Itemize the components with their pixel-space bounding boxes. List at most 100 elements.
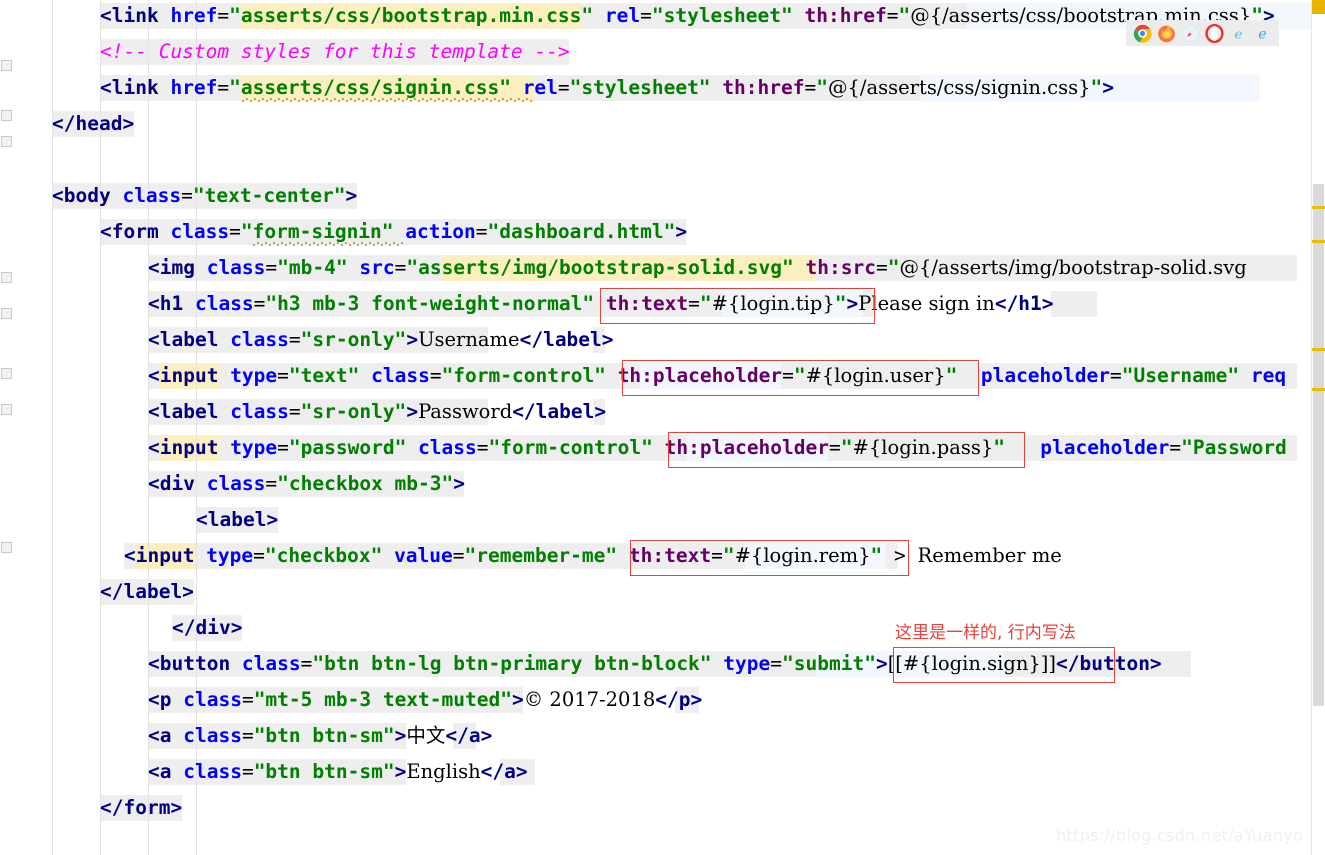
squiggle-0 [241, 98, 534, 102]
line-button-submit-token-5: type [723, 652, 771, 675]
line-img-token-9: th:src [805, 256, 876, 279]
line-input-checkbox-token-7: "remember-me" [464, 544, 618, 567]
line-label-password[interactable]: <label class="sr-only">Password</label> [148, 398, 606, 426]
line-div-checkbox-token-0: <div [148, 472, 207, 495]
line-div-checkbox[interactable]: <div class="checkbox mb-3"> [148, 470, 465, 498]
line-input-username-token-16: = [1109, 364, 1122, 387]
code-editor[interactable]: <link href="asserts/css/bootstrap.min.cs… [0, 0, 1325, 855]
line-input-password-token-15: placeholder [1040, 436, 1170, 459]
line-label-password-token-5: Password [418, 400, 513, 423]
line-img-token-1: class [206, 256, 266, 279]
line-comment-custom-styles[interactable]: <!-- Custom styles for this template --> [100, 38, 570, 66]
line-div-checkbox-token-1: class [206, 472, 266, 495]
error-stripe-mark-0[interactable] [1312, 206, 1325, 209]
line-body-open-token-3: "text-center" [192, 184, 346, 207]
line-link-signin-token-14: > [1102, 76, 1115, 99]
line-a-english-token-5: English [406, 760, 481, 783]
line-link-bootstrap-token-11: " [898, 4, 911, 27]
chrome-icon[interactable] [1133, 24, 1152, 43]
scrollbar-thumb[interactable] [1313, 184, 1324, 706]
error-stripe-mark-2[interactable] [1312, 348, 1325, 351]
line-body-open-token-0: <body [52, 184, 123, 207]
line-label-username-token-5: Username [418, 328, 520, 351]
line-h1-login-tip-token-10: > [846, 292, 859, 315]
browser-compatibility-strip[interactable]: e e [1126, 20, 1279, 46]
line-input-username-token-5: class [371, 364, 430, 387]
squiggle-1 [252, 242, 404, 246]
line-label-username-token-4: > [406, 328, 419, 351]
line-label-username-token-0: <label [148, 328, 231, 351]
line-link-signin-token-8 [711, 76, 723, 99]
line-h1-login-tip-token-9: " [834, 292, 847, 315]
line-input-checkbox-token-5: value [394, 544, 453, 567]
line-button-submit[interactable]: <button class="btn btn-lg btn-primary bt… [148, 650, 1162, 678]
line-close-head[interactable]: </head> [52, 110, 134, 138]
line-div-close[interactable]: </div> [172, 614, 242, 642]
line-link-signin-token-10: = [804, 76, 817, 99]
line-h1-login-tip-token-0: <h1 [148, 292, 195, 315]
line-a-chinese-token-5: 中文 [406, 724, 446, 747]
line-div-checkbox-token-2: = [265, 472, 278, 495]
line-link-signin-token-2: = [217, 76, 230, 99]
code-content[interactable]: <link href="asserts/css/bootstrap.min.cs… [0, 0, 1325, 855]
line-input-checkbox[interactable]: <input type="checkbox" value="remember-m… [124, 542, 1062, 570]
line-h1-login-tip-token-12: </h1> [994, 292, 1054, 315]
line-a-english-token-6: </a> [480, 760, 528, 783]
line-link-bootstrap-token-9: th:href [804, 4, 887, 27]
line-input-checkbox-token-3: "checkbox" [264, 544, 383, 567]
line-link-bootstrap[interactable]: <link href="asserts/css/bootstrap.min.cs… [100, 2, 1275, 30]
line-a-chinese-token-1: class [183, 724, 242, 747]
line-h1-login-tip-token-3: "h3 mb-3 font-weight-normal" [265, 292, 595, 315]
line-input-password-token-4 [406, 436, 418, 459]
line-input-checkbox-token-15: Remember me [917, 544, 1062, 567]
line-h1-login-tip-token-4 [594, 292, 606, 315]
ie-icon[interactable]: e [1229, 24, 1248, 43]
line-img-token-7: "asserts/img/bootstrap-solid.svg" [406, 256, 794, 279]
line-input-username-token-19: req [1250, 364, 1287, 387]
line-label-open[interactable]: <label> [196, 506, 278, 534]
line-label-username[interactable]: <label class="sr-only">Username</label> [148, 326, 614, 354]
error-stripe-mark-1[interactable] [1312, 240, 1325, 243]
safari-icon[interactable] [1181, 24, 1200, 43]
line-input-password-token-16: = [1169, 436, 1182, 459]
line-p-copyright[interactable]: <p class="mt-5 mb-3 text-muted">© 2017-2… [148, 686, 702, 714]
line-form-close[interactable]: </form> [100, 794, 182, 822]
opera-icon[interactable] [1205, 23, 1224, 43]
line-input-checkbox-token-4 [382, 544, 394, 567]
line-a-chinese-token-3: "btn btn-sm" [253, 724, 395, 747]
error-stripe-mark-3[interactable] [1312, 388, 1325, 391]
line-input-username-token-2: = [277, 364, 289, 387]
line-input-username[interactable]: <input type="text" class="form-control" … [148, 362, 1286, 390]
line-img-token-5: src [359, 256, 395, 279]
line-input-password-token-11: " [840, 436, 853, 459]
line-form-open-token-4 [394, 220, 406, 243]
line-button-submit-token-3: "btn btn-lg btn-primary btn-block" [312, 652, 712, 675]
line-input-username-token-13: " [945, 364, 958, 387]
line-h1-login-tip[interactable]: <h1 class="h3 mb-3 font-weight-normal" t… [148, 290, 1054, 318]
firefox-icon[interactable] [1157, 24, 1176, 43]
line-a-english[interactable]: <a class="btn btn-sm">English</a> [148, 758, 528, 786]
line-input-username-token-9: th:placeholder [617, 364, 783, 387]
line-button-submit-token-6: = [770, 652, 783, 675]
line-input-password[interactable]: <input type="password" class="form-contr… [148, 434, 1287, 462]
edge-icon[interactable]: e [1253, 24, 1272, 43]
line-img[interactable]: <img class="mb-4" src="asserts/img/boots… [148, 254, 1247, 282]
line-form-close-token-0: </form> [100, 796, 183, 819]
line-button-submit-token-8: > [875, 652, 888, 675]
line-label-password-token-4: > [406, 400, 419, 423]
line-label-username-token-6: </label> [519, 328, 614, 351]
error-stripe-status[interactable] [1312, 0, 1325, 14]
line-input-username-token-15: placeholder [980, 364, 1110, 387]
vertical-scrollbar[interactable] [1311, 0, 1325, 855]
line-h1-login-tip-token-2: = [253, 292, 266, 315]
line-label-open-token-0: <label> [196, 508, 279, 531]
line-label-close[interactable]: </label> [100, 578, 194, 606]
line-input-username-token-7: "form-control" [441, 364, 606, 387]
line-a-chinese[interactable]: <a class="btn btn-sm">中文</a> [148, 722, 492, 750]
line-body-open[interactable]: <body class="text-center"> [52, 182, 357, 210]
line-input-username-token-0: <input [148, 364, 231, 387]
line-link-signin-token-5: rel [522, 76, 558, 99]
line-input-checkbox-token-13: " [870, 544, 883, 567]
line-link-signin-token-9: th:href [722, 76, 805, 99]
line-a-chinese-token-6: </a> [445, 724, 493, 747]
